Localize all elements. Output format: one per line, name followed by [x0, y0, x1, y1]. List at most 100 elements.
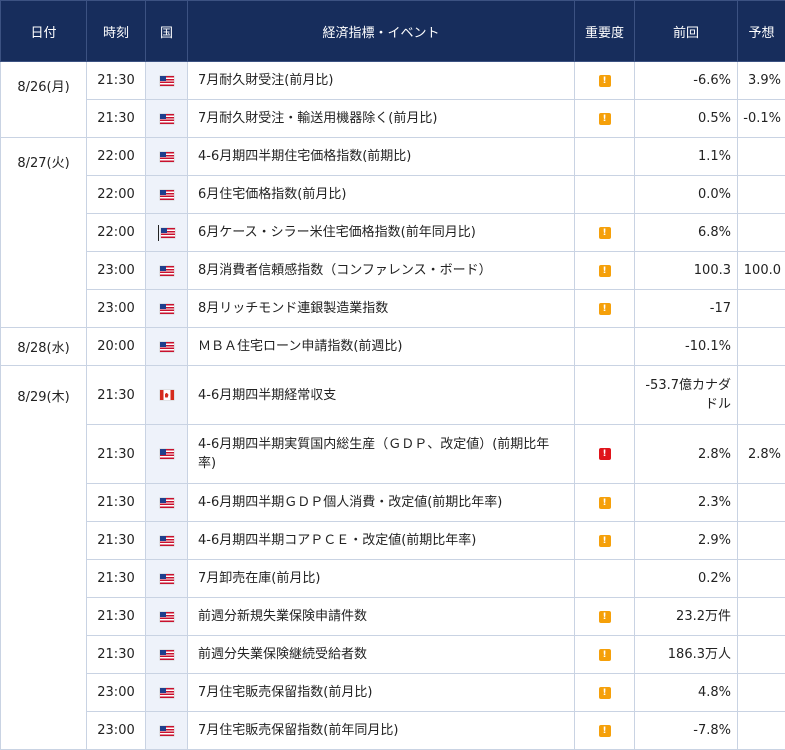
country-cell [145, 251, 188, 290]
importance-cell: ! [574, 673, 635, 712]
importance-cell: ! [574, 483, 635, 522]
previous-cell: 0.2% [634, 559, 738, 598]
importance-cell [574, 559, 635, 598]
table-row: 23:00 7月住宅販売保留指数(前月比) ! 4.8% [1, 673, 785, 712]
previous-cell: 2.3% [634, 483, 738, 522]
date-cell: 8/28(水) [0, 327, 87, 366]
previous-cell: 100.3 [634, 251, 738, 290]
importance-cell: ! [574, 99, 635, 138]
table-row: 22:00 6月ケース・シラー米住宅価格指数(前年同月比) ! 6.8% [1, 213, 785, 252]
us-flag-icon [161, 227, 175, 238]
forecast-cell [737, 559, 785, 598]
importance-medium-icon: ! [598, 302, 611, 315]
table-row: 23:00 8月リッチモンド連銀製造業指数 ! -17 [1, 289, 785, 328]
forecast-cell: 3.9% [737, 61, 785, 100]
country-cell [145, 673, 188, 712]
table-row: 8/28(水) 20:00 ＭＢＡ住宅ローン申請指数(前週比) -10.1% [0, 327, 785, 366]
header-forecast: 予想 [737, 0, 785, 62]
previous-cell: -17 [634, 289, 738, 328]
event-cell: 7月住宅販売保留指数(前年同月比) [187, 711, 575, 750]
event-cell: 7月耐久財受注(前月比) [187, 61, 575, 100]
forecast-cell: 2.8% [737, 424, 785, 484]
us-flag-icon [159, 449, 174, 459]
forecast-cell [737, 673, 785, 712]
table-row: 21:30 前週分失業保険継続受給者数 ! 186.3万人 [1, 635, 785, 674]
time-cell: 22:00 [86, 213, 146, 252]
time-cell: 23:00 [86, 711, 146, 750]
country-cell [145, 175, 188, 214]
importance-cell [574, 365, 635, 425]
forecast-cell [737, 711, 785, 750]
importance-high-icon: ! [598, 448, 611, 460]
forecast-cell [737, 365, 785, 425]
country-cell [145, 424, 188, 484]
country-cell [145, 213, 188, 252]
us-flag-icon [159, 75, 174, 86]
time-cell: 21:30 [86, 597, 146, 636]
event-cell: 4-6月期四半期住宅価格指数(前期比) [187, 137, 575, 176]
importance-medium-icon: ! [598, 686, 611, 699]
importance-medium-icon: ! [598, 74, 611, 87]
table-row: 21:30 7月卸売在庫(前月比) 0.2% [1, 559, 785, 598]
header-row: 日付 時刻 国 経済指標・イベント 重要度 前回 予想 [0, 0, 785, 62]
country-cell [145, 711, 188, 750]
importance-medium-icon: ! [598, 112, 611, 125]
table-row: 21:30 前週分新規失業保険申請件数 ! 23.2万件 [1, 597, 785, 636]
event-cell: 7月住宅販売保留指数(前月比) [187, 673, 575, 712]
us-flag-icon [159, 113, 174, 124]
importance-cell [574, 175, 635, 214]
country-cell [145, 137, 188, 176]
country-cell [145, 483, 188, 522]
economic-calendar-table: 日付 時刻 国 経済指標・イベント 重要度 前回 予想 8/26(月) 21:3… [0, 0, 785, 750]
previous-cell: 0.0% [634, 175, 738, 214]
country-cell [145, 289, 188, 328]
us-flag-icon [159, 573, 174, 584]
importance-medium-icon: ! [598, 610, 611, 623]
importance-medium-icon: ! [598, 724, 611, 737]
importance-medium-icon: ! [598, 496, 611, 509]
importance-cell [574, 137, 635, 176]
table-row: 8/26(月) 21:30 7月耐久財受注(前月比) ! -6.6% 3.9% [0, 61, 785, 138]
time-cell: 21:30 [86, 365, 146, 425]
country-cell [145, 99, 188, 138]
previous-cell: 4.8% [634, 673, 738, 712]
event-cell: 7月耐久財受注・輸送用機器除く(前月比) [187, 99, 575, 138]
us-flag-icon [159, 497, 174, 508]
importance-cell: ! [574, 424, 635, 484]
importance-cell: ! [574, 635, 635, 674]
time-cell: 21:30 [86, 424, 146, 484]
header-country: 国 [145, 0, 188, 62]
forecast-cell [737, 635, 785, 674]
time-cell: 23:00 [86, 251, 146, 290]
table-row: 21:30 4-6月期四半期実質国内総生産（ＧＤＰ、改定値）(前期比年率) ! … [1, 424, 785, 484]
event-cell: 8月リッチモンド連銀製造業指数 [187, 289, 575, 328]
importance-medium-icon: ! [598, 264, 611, 277]
event-cell: 4-6月期四半期コアＰＣＥ・改定値(前期比年率) [187, 521, 575, 560]
event-cell: 前週分新規失業保険申請件数 [187, 597, 575, 636]
time-cell: 21:30 [86, 635, 146, 674]
importance-cell: ! [574, 521, 635, 560]
previous-cell: -7.8% [634, 711, 738, 750]
text-cursor [158, 224, 159, 241]
time-cell: 20:00 [86, 327, 146, 366]
importance-medium-icon: ! [598, 226, 611, 239]
us-flag-icon [159, 303, 174, 314]
importance-cell: ! [574, 597, 635, 636]
forecast-cell [737, 137, 785, 176]
header-date: 日付 [0, 0, 87, 62]
country-cell [145, 521, 188, 560]
date-cell: 8/27(火) [0, 137, 87, 328]
previous-cell: 23.2万件 [634, 597, 738, 636]
table-row: 21:30 7月耐久財受注・輸送用機器除く(前月比) ! 0.5% -0.1% [1, 99, 785, 138]
header-previous: 前回 [634, 0, 738, 62]
us-flag-icon [159, 535, 174, 546]
us-flag-icon [159, 611, 174, 622]
importance-cell: ! [574, 711, 635, 750]
time-cell: 21:30 [86, 521, 146, 560]
forecast-cell: 100.0 [737, 251, 785, 290]
country-cell [145, 635, 188, 674]
us-flag-icon [159, 687, 174, 698]
forecast-cell: -0.1% [737, 99, 785, 138]
us-flag-icon [159, 649, 174, 660]
previous-cell: 0.5% [634, 99, 738, 138]
